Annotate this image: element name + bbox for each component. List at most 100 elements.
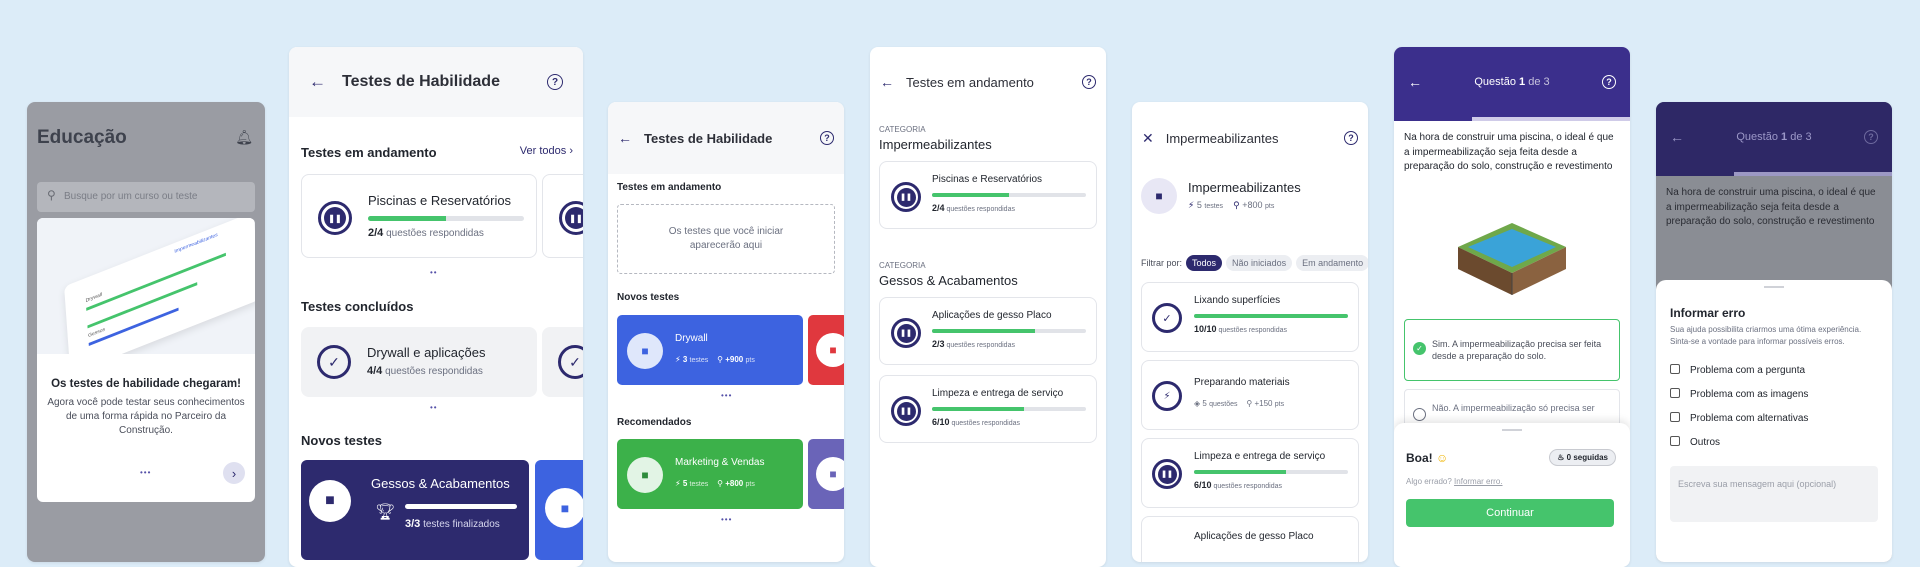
category-icon: ■ bbox=[1141, 178, 1177, 214]
help-icon[interactable]: ? bbox=[1344, 131, 1358, 145]
page-title: Educação bbox=[37, 127, 127, 148]
screen-report-error: ← Questão 1 de 3 ? Na hora de construir … bbox=[1656, 102, 1892, 562]
check-icon: ✓ bbox=[317, 345, 351, 379]
checkbox[interactable] bbox=[1670, 436, 1680, 446]
screen-testes-andamento: ← Testes em andamento ? CATEGORIA Imperm… bbox=[870, 47, 1106, 567]
question-progress bbox=[1394, 117, 1630, 121]
test-card[interactable]: ❚❚ Piscinas e Reservatórios 2/4 questões… bbox=[879, 161, 1097, 229]
illustration-label: Impermeabilizantes bbox=[174, 231, 218, 255]
filter-chip-all[interactable]: Todos bbox=[1186, 255, 1223, 271]
close-icon[interactable]: ✕ bbox=[1142, 130, 1154, 147]
bell-icon[interactable]: 🔔︎ bbox=[235, 129, 253, 146]
help-icon[interactable]: ? bbox=[1082, 75, 1096, 89]
drywall-card[interactable]: ■ Drywall ⚡︎ 3 testes ⚲ +900 pts bbox=[617, 315, 803, 385]
points: +800 bbox=[1242, 200, 1263, 210]
test-card[interactable]: ❚❚ Piscinas e Reservatórios 2/4 questões… bbox=[301, 174, 537, 258]
finished-label: testes finalizados bbox=[423, 519, 500, 530]
answered-count: 2/4 bbox=[368, 227, 384, 239]
test-card-peek[interactable]: ❚❚ bbox=[542, 174, 583, 258]
checkbox[interactable] bbox=[1670, 412, 1680, 422]
screen-educacao: Educação 🔔︎ ⚲ Busque por um curso ou tes… bbox=[27, 102, 265, 562]
back-arrow-icon[interactable]: ← bbox=[1408, 74, 1422, 90]
report-error-link[interactable]: Informar erro. bbox=[1454, 477, 1502, 486]
help-icon[interactable]: ? bbox=[820, 131, 834, 145]
modal-title: Os testes de habilidade chegaram! bbox=[51, 378, 241, 390]
modal-illustration: Impermeabilizantes Drywall Gessos bbox=[37, 218, 255, 354]
test-item[interactable]: ❚❚ Limpeza e entrega de serviço 6/10 que… bbox=[1141, 438, 1359, 508]
done-card[interactable]: ✓ Drywall e aplicações 4/4 questões resp… bbox=[301, 327, 537, 397]
help-icon[interactable]: ? bbox=[1601, 75, 1616, 89]
streak-badge: ♨ 0 seguidas bbox=[1549, 449, 1616, 466]
test-card[interactable]: ❚❚ Aplicações de gesso Placo 2/3 questõe… bbox=[879, 297, 1097, 365]
back-arrow-icon[interactable]: ← bbox=[618, 130, 632, 146]
test-title: Piscinas e Reservatórios bbox=[368, 193, 512, 208]
empty-text: Os testes que você iniciar aparecerão aq… bbox=[668, 226, 784, 251]
points: +150 bbox=[1254, 399, 1273, 408]
page-title: Testes de Habilidade bbox=[342, 73, 500, 90]
test-title: Limpeza e entrega de serviço bbox=[932, 388, 1064, 399]
test-card[interactable]: ❚❚ Limpeza e entrega de serviço 6/10 que… bbox=[879, 375, 1097, 443]
finished-count: 3/3 bbox=[405, 518, 421, 530]
message-textarea[interactable]: Escreva sua mensagem aqui (opcional) bbox=[1670, 466, 1878, 522]
test-item[interactable]: Aplicações de gesso Placo bbox=[1141, 516, 1359, 562]
checkbox[interactable] bbox=[1670, 388, 1680, 398]
answered-count: 6/10 bbox=[932, 417, 950, 427]
option-question[interactable]: Problema com a pergunta bbox=[1670, 364, 1805, 376]
search-placeholder: Busque por um curso ou teste bbox=[64, 191, 198, 202]
continue-button[interactable]: Continuar bbox=[1406, 499, 1614, 527]
red-card-peek[interactable]: ■ bbox=[808, 315, 844, 385]
answer-option-correct[interactable]: ✓ Sim. A impermeabilização precisa ser f… bbox=[1404, 319, 1620, 381]
back-arrow-icon[interactable]: ← bbox=[880, 74, 894, 90]
feedback-sheet: Boa! ☺ ♨ 0 seguidas Algo errado? Informa… bbox=[1394, 423, 1630, 567]
test-title: Preparando materiais bbox=[1194, 377, 1290, 388]
answered-count: 2/4 bbox=[932, 203, 945, 213]
answered-count: 10/10 bbox=[1194, 324, 1217, 334]
test-item[interactable]: ✓ Lixando superfícies 10/10 questões res… bbox=[1141, 282, 1359, 352]
announcement-modal: Impermeabilizantes Drywall Gessos Os tes… bbox=[37, 218, 255, 502]
test-count: 5 bbox=[1196, 200, 1202, 210]
bolt-icon: ⚡︎ bbox=[1188, 200, 1195, 210]
marketing-card[interactable]: ■ Marketing & Vendas ⚡︎ 5 testes ⚲ +800 … bbox=[617, 439, 803, 509]
answered-count: 4/4 bbox=[367, 365, 383, 377]
test-count-label: testes bbox=[689, 357, 709, 364]
test-title: Marketing & Vendas bbox=[675, 457, 765, 468]
answered-label: questões respondidas bbox=[1213, 483, 1282, 490]
new-test-card-peek[interactable]: ■ bbox=[535, 460, 583, 560]
feedback-title: Boa! ☺ bbox=[1406, 451, 1449, 465]
done-card-peek[interactable]: ✓ bbox=[542, 327, 583, 397]
bookmark-icon: ■ bbox=[309, 480, 351, 522]
option-other[interactable]: Outros bbox=[1670, 436, 1720, 448]
test-title: Lixando superfícies bbox=[1194, 295, 1281, 306]
answered-label: questões respondidas bbox=[386, 228, 484, 239]
bolt-icon: ⚡︎ bbox=[675, 479, 681, 488]
option-alternatives[interactable]: Problema com alternativas bbox=[1670, 412, 1808, 424]
back-arrow-icon[interactable]: ← bbox=[1670, 129, 1684, 145]
see-all-link[interactable]: Ver todos › bbox=[520, 145, 573, 157]
progress-ring: ❚❚ bbox=[318, 201, 352, 235]
answered-label: questões respondidas bbox=[385, 366, 483, 377]
carousel-dots: •• bbox=[430, 403, 438, 412]
help-icon[interactable]: ? bbox=[547, 74, 563, 90]
check-circle-icon: ✓ bbox=[1413, 342, 1426, 355]
page-title: Testes em andamento bbox=[906, 74, 1034, 90]
sheet-title: Informar erro bbox=[1670, 306, 1746, 320]
checkbox[interactable] bbox=[1670, 364, 1680, 374]
next-button[interactable]: › bbox=[223, 462, 245, 484]
sheet-handle bbox=[1764, 286, 1784, 288]
purple-card-peek[interactable]: ■ bbox=[808, 439, 844, 509]
filter-chip-not-started[interactable]: Não iniciados bbox=[1226, 255, 1293, 271]
trophy-icon: 🏆︎ bbox=[375, 504, 396, 521]
option-images[interactable]: Problema com as imagens bbox=[1670, 388, 1808, 400]
help-icon[interactable]: ? bbox=[1863, 130, 1878, 144]
test-title: Limpeza e entrega de serviço bbox=[1194, 451, 1326, 462]
answered-label: questões respondidas bbox=[946, 206, 1015, 213]
filter-chip-in-progress[interactable]: Em andamento bbox=[1296, 255, 1368, 271]
flame-icon: ♨ bbox=[1557, 453, 1565, 462]
modal-text: Agora você pode testar seus conhecimento… bbox=[47, 397, 245, 436]
test-item[interactable]: ⚡︎ Preparando materiais ◈ 5 questões ⚲ +… bbox=[1141, 360, 1359, 430]
bolt-icon: ⚡︎ bbox=[675, 355, 681, 364]
search-input[interactable]: ⚲ Busque por um curso ou teste bbox=[37, 182, 255, 212]
back-arrow-icon[interactable]: ← bbox=[309, 72, 326, 92]
new-test-card[interactable]: ■ Gessos & Acabamentos 🏆︎ 3/3 testes fin… bbox=[301, 460, 529, 560]
section-new: Novos testes bbox=[301, 433, 382, 448]
